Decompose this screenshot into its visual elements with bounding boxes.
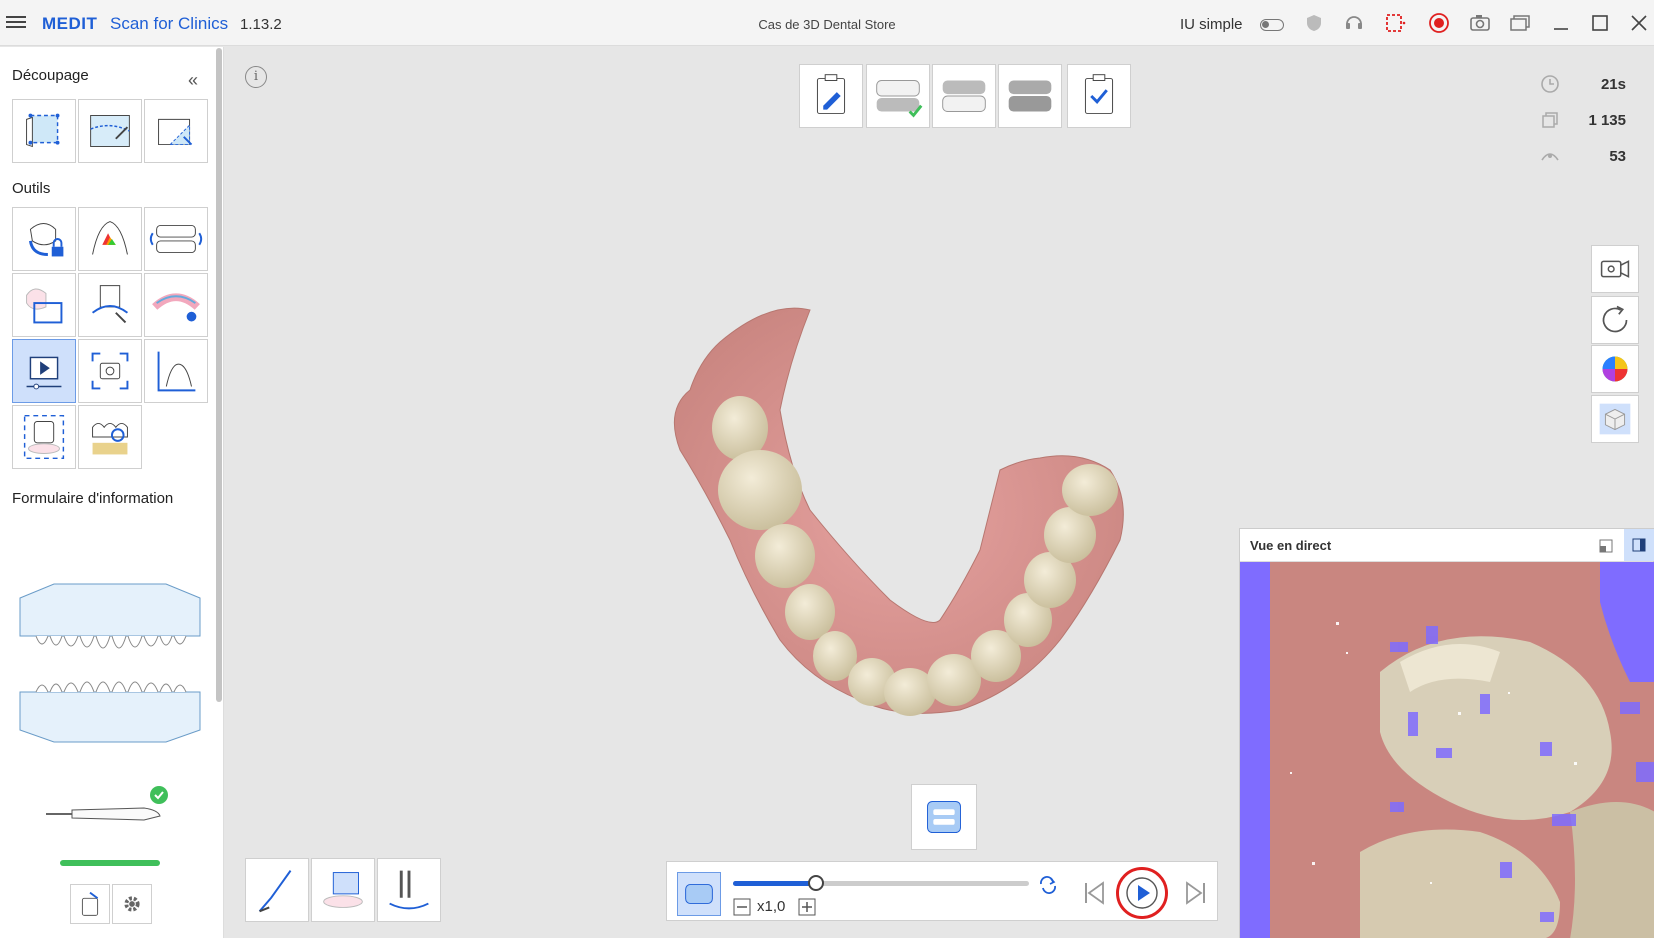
video-camera-icon — [1600, 260, 1630, 278]
scanbody-tool[interactable] — [12, 405, 76, 469]
lock-area-tool[interactable] — [12, 207, 76, 271]
playback-speed: x1,0 — [757, 898, 786, 915]
connected-check-icon — [150, 786, 168, 804]
title-bar: MEDIT Scan for Clinics 1.13.2 Cas de 3D … — [0, 0, 1654, 46]
step-mandible[interactable] — [932, 64, 996, 128]
simple-ui-toggle[interactable] — [1260, 19, 1284, 31]
gallery-icon[interactable] — [1509, 12, 1531, 34]
occlusion-tool[interactable] — [144, 207, 208, 271]
brand-logo: MEDIT — [42, 14, 98, 33]
collapse-sidebar-icon[interactable]: « — [188, 70, 198, 91]
view-3d-button[interactable] — [1591, 395, 1639, 443]
window-title: Cas de 3D Dental Store — [758, 17, 896, 32]
step-order-info[interactable] — [799, 64, 863, 128]
area-cut-tool[interactable] — [144, 99, 208, 163]
app-version: 1.13.2 — [240, 16, 282, 33]
settings-button[interactable] — [112, 884, 152, 924]
dental-scan-model[interactable] — [660, 300, 1190, 770]
brush-tool[interactable] — [245, 858, 309, 922]
step-occlusion[interactable] — [998, 64, 1062, 128]
popout-icon[interactable] — [1598, 538, 1614, 554]
heatmap-tool[interactable] — [78, 207, 142, 271]
step-maxilla[interactable] — [866, 64, 930, 128]
scan-count: 53 — [1609, 148, 1626, 165]
shield-icon[interactable] — [1303, 12, 1325, 34]
live-view-title: Vue en direct — [1250, 538, 1332, 553]
scan-time: 21s — [1600, 76, 1626, 93]
timeline-progress — [733, 881, 816, 886]
section-cut-title: Découpage — [12, 67, 89, 84]
timeline-thumb[interactable] — [807, 875, 824, 891]
info-icon[interactable]: i — [245, 66, 267, 88]
live-view-toggle[interactable] — [1591, 245, 1639, 293]
remove-gingiva-tool[interactable] — [144, 273, 208, 337]
speed-minus-icon[interactable] — [733, 898, 751, 916]
texture-toggle[interactable] — [1591, 345, 1639, 393]
rotate-icon — [1602, 305, 1628, 333]
camera-icon[interactable] — [1469, 12, 1491, 34]
shade-match-tool[interactable] — [78, 405, 142, 469]
smart-cut-tool[interactable] — [78, 99, 142, 163]
app-name: Scan for Clinics — [110, 14, 229, 33]
frames-icon — [1542, 112, 1558, 128]
calibration-button[interactable] — [70, 884, 110, 924]
replay-tool[interactable] — [12, 339, 76, 403]
live-view-panel: Vue en direct — [1239, 528, 1654, 938]
screen-capture-icon[interactable] — [1384, 12, 1406, 34]
reset-view-button[interactable] — [1591, 296, 1639, 344]
live-camera-feed — [1240, 562, 1654, 938]
sidebar-scrollbar[interactable] — [216, 48, 222, 702]
settings-icon — [124, 896, 140, 912]
skip-forward-icon[interactable] — [1185, 880, 1207, 906]
jaw-diagram[interactable] — [14, 580, 206, 750]
dock-button[interactable] — [1624, 529, 1654, 561]
gesture-tool[interactable] — [377, 858, 441, 922]
player-jaw-button[interactable] — [677, 872, 721, 916]
jaw-select-button[interactable] — [911, 784, 977, 850]
scan-count-icon — [1541, 153, 1559, 161]
simple-ui-label: IU simple — [1180, 16, 1243, 33]
record-icon[interactable] — [1428, 12, 1450, 34]
lasso-cut-tool[interactable] — [12, 99, 76, 163]
color-wheel-icon — [1602, 356, 1628, 382]
minimize-icon[interactable] — [1550, 12, 1572, 34]
menu-icon[interactable] — [6, 13, 26, 31]
maximize-icon[interactable] — [1589, 12, 1611, 34]
play-button[interactable] — [1116, 867, 1168, 919]
scanner-status-bar — [60, 860, 160, 866]
section-tools-title: Outils — [12, 180, 51, 197]
speed-plus-icon[interactable] — [798, 898, 816, 916]
timeline-track[interactable] — [733, 875, 1029, 891]
loop-icon[interactable] — [1037, 874, 1059, 896]
measure-tool[interactable] — [144, 339, 208, 403]
close-icon[interactable] — [1628, 12, 1650, 34]
replay-player: x1,0 — [666, 861, 1218, 921]
scanner-device-icon — [46, 807, 161, 821]
alignment-tool[interactable] — [12, 273, 76, 337]
play-icon — [1126, 877, 1158, 909]
dock-icon — [1632, 538, 1646, 552]
section-form-title: Formulaire d'information — [12, 490, 174, 507]
skip-back-icon[interactable] — [1083, 880, 1105, 906]
cube-icon — [1599, 403, 1631, 435]
support-icon[interactable] — [1343, 12, 1365, 34]
margin-line-tool[interactable] — [78, 273, 142, 337]
capture-tool[interactable] — [78, 339, 142, 403]
layer-tool[interactable] — [311, 858, 375, 922]
clock-icon — [1541, 75, 1559, 93]
frame-count: 1 135 — [1588, 112, 1626, 129]
step-complete[interactable] — [1067, 64, 1131, 128]
